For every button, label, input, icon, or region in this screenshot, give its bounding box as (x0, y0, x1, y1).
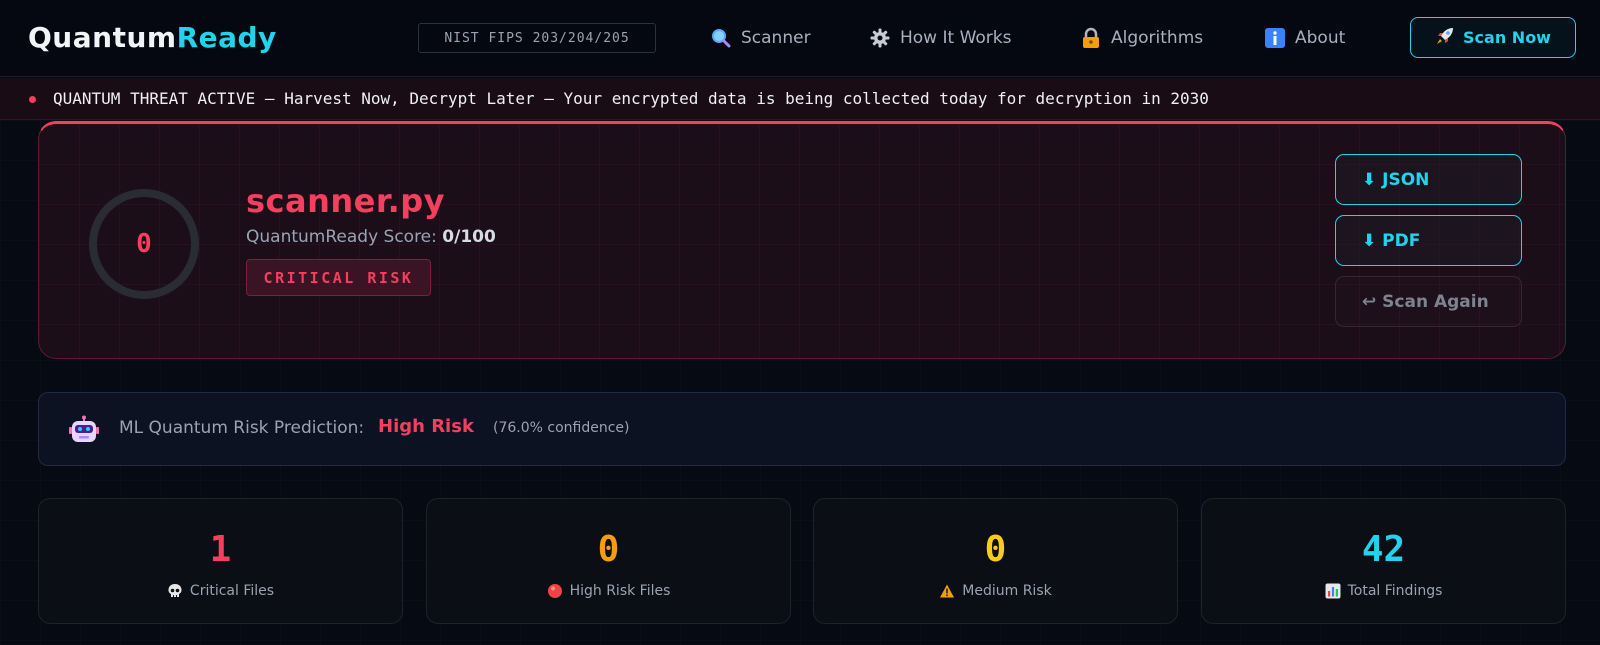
score-text: 0/100 (442, 227, 496, 247)
nav-label: How It Works (900, 28, 1012, 48)
nav-label: Algorithms (1111, 28, 1204, 48)
scan-again-button[interactable]: ↩ Scan Again (1335, 276, 1522, 327)
bar-chart-icon (1325, 583, 1341, 599)
file-name: scanner.py (246, 182, 446, 220)
nist-badge: NIST FIPS 203/204/205 (418, 23, 656, 53)
risk-level-badge: CRITICAL RISK (246, 259, 431, 296)
red-circle-icon (547, 583, 563, 599)
ml-confidence: (76.0% confidence) (493, 420, 630, 436)
stat-value: 0 (597, 529, 620, 570)
scan-now-label: Scan Now (1463, 28, 1551, 47)
top-nav: QuantumReady NIST FIPS 203/204/205 Scann… (0, 0, 1600, 77)
download-json-button[interactable]: ⬇ JSON (1335, 154, 1522, 205)
warning-icon (939, 583, 955, 599)
lock-icon (1080, 27, 1102, 49)
skull-icon (167, 583, 183, 599)
stat-value: 0 (984, 529, 1007, 570)
app-logo[interactable]: QuantumReady (28, 20, 277, 56)
stat-label-row: High Risk Files (427, 583, 790, 599)
threat-alert-bar: QUANTUM THREAT ACTIVE — Harvest Now, Dec… (0, 78, 1600, 120)
score-ring: 0 (89, 189, 199, 299)
nav-label: About (1295, 28, 1346, 48)
nav-label: Scanner (741, 28, 811, 48)
stat-card-total-findings: 42 Total Findings (1201, 498, 1566, 624)
stat-label-row: Critical Files (39, 583, 402, 599)
stat-value: 42 (1361, 529, 1406, 570)
alert-text: QUANTUM THREAT ACTIVE — Harvest Now, Dec… (53, 89, 1209, 108)
score-line: QuantumReady Score: 0/100 (246, 227, 496, 247)
ml-prediction-bar: ML Quantum Risk Prediction: High Risk (7… (38, 392, 1566, 466)
nav-how-it-works[interactable]: How It Works (869, 24, 1011, 52)
stat-card-medium-risk: 0 Medium Risk (813, 498, 1178, 624)
score-label: QuantumReady Score: (246, 227, 443, 247)
nav-about[interactable]: About (1264, 24, 1345, 52)
score-value: 0 (136, 229, 152, 259)
stat-value: 1 (209, 529, 232, 570)
scan-now-button[interactable]: Scan Now (1410, 17, 1576, 58)
robot-icon (69, 415, 99, 445)
ml-label: ML Quantum Risk Prediction: (119, 418, 365, 438)
stat-label-row: Medium Risk (814, 583, 1177, 599)
stat-label: Critical Files (189, 583, 275, 599)
stat-card-high-risk-files: 0 High Risk Files (426, 498, 791, 624)
stat-card-critical-files: 1 Critical Files (38, 498, 403, 624)
rocket-icon (1435, 26, 1455, 50)
download-pdf-button[interactable]: ⬇ PDF (1335, 215, 1522, 266)
stat-label: Medium Risk (962, 583, 1052, 599)
stat-label-row: Total Findings (1202, 583, 1565, 599)
gear-icon (869, 27, 891, 49)
nav-scanner[interactable]: Scanner (710, 24, 811, 52)
stat-label: Total Findings (1347, 583, 1443, 599)
nav-algorithms[interactable]: Algorithms (1080, 24, 1203, 52)
logo-ready: Ready (176, 21, 277, 54)
info-icon (1264, 27, 1286, 49)
logo-quantum: Quantum (28, 21, 177, 54)
stat-label: High Risk Files (569, 583, 671, 599)
scan-result-card: 0 scanner.py QuantumReady Score: 0/100 C… (38, 121, 1566, 359)
ml-prediction-value: High Risk (378, 416, 474, 437)
alert-dot-icon (29, 96, 36, 103)
magnifier-icon (710, 27, 732, 49)
